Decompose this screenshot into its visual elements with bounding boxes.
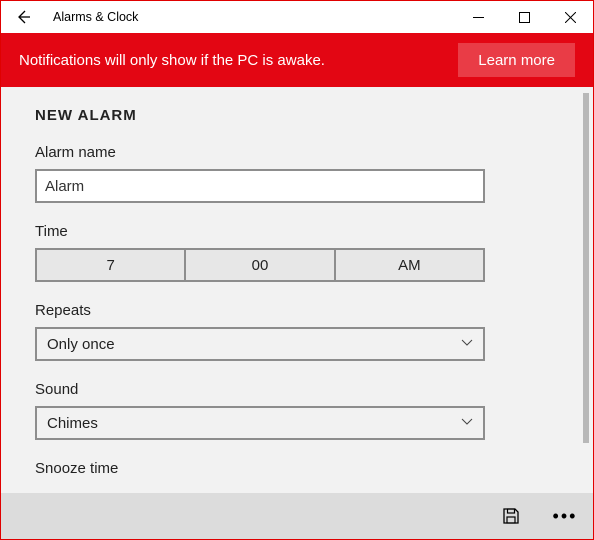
window-controls xyxy=(455,1,593,33)
content-area: NEW ALARM Alarm name Alarm Time 7 00 AM … xyxy=(1,87,593,493)
form-panel: NEW ALARM Alarm name Alarm Time 7 00 AM … xyxy=(1,87,593,493)
sound-group: Sound Chimes xyxy=(35,381,559,440)
save-icon xyxy=(502,507,520,525)
time-hour-value: 7 xyxy=(106,257,114,274)
sound-select[interactable]: Chimes xyxy=(35,406,485,440)
time-label: Time xyxy=(35,223,559,240)
time-picker: 7 00 AM xyxy=(35,248,485,282)
ellipsis-icon: ••• xyxy=(553,507,578,525)
more-button[interactable]: ••• xyxy=(545,496,585,536)
learn-more-button[interactable]: Learn more xyxy=(458,43,575,77)
sound-value: Chimes xyxy=(47,415,98,432)
minimize-button[interactable] xyxy=(455,1,501,33)
sound-label: Sound xyxy=(35,381,559,398)
alarm-name-group: Alarm name Alarm xyxy=(35,144,559,203)
maximize-button[interactable] xyxy=(501,1,547,33)
close-icon xyxy=(565,12,576,23)
window-title: Alarms & Clock xyxy=(53,10,138,24)
chevron-down-icon xyxy=(461,336,473,353)
minimize-icon xyxy=(473,12,484,23)
time-minute-value: 00 xyxy=(252,257,269,274)
alarm-name-value: Alarm xyxy=(45,178,84,195)
notification-text: Notifications will only show if the PC i… xyxy=(19,52,458,69)
close-button[interactable] xyxy=(547,1,593,33)
time-hour-picker[interactable]: 7 xyxy=(35,248,186,282)
time-group: Time 7 00 AM xyxy=(35,223,559,282)
page-title: NEW ALARM xyxy=(35,107,559,124)
notification-banner: Notifications will only show if the PC i… xyxy=(1,33,593,87)
repeats-label: Repeats xyxy=(35,302,559,319)
snooze-label: Snooze time xyxy=(35,460,559,477)
command-bar: ••• xyxy=(1,493,593,539)
maximize-icon xyxy=(519,12,530,23)
chevron-down-icon xyxy=(461,415,473,432)
repeats-select[interactable]: Only once xyxy=(35,327,485,361)
scrollbar-thumb[interactable] xyxy=(583,93,589,443)
alarm-name-input[interactable]: Alarm xyxy=(35,169,485,203)
snooze-group: Snooze time xyxy=(35,460,559,477)
back-button[interactable] xyxy=(1,1,45,33)
title-bar: Alarms & Clock xyxy=(1,1,593,33)
time-ampm-value: AM xyxy=(398,257,421,274)
alarm-name-label: Alarm name xyxy=(35,144,559,161)
vertical-scrollbar[interactable] xyxy=(583,93,589,487)
time-ampm-picker[interactable]: AM xyxy=(336,248,485,282)
save-button[interactable] xyxy=(491,496,531,536)
repeats-group: Repeats Only once xyxy=(35,302,559,361)
time-minute-picker[interactable]: 00 xyxy=(186,248,335,282)
back-arrow-icon xyxy=(15,9,31,25)
repeats-value: Only once xyxy=(47,336,115,353)
